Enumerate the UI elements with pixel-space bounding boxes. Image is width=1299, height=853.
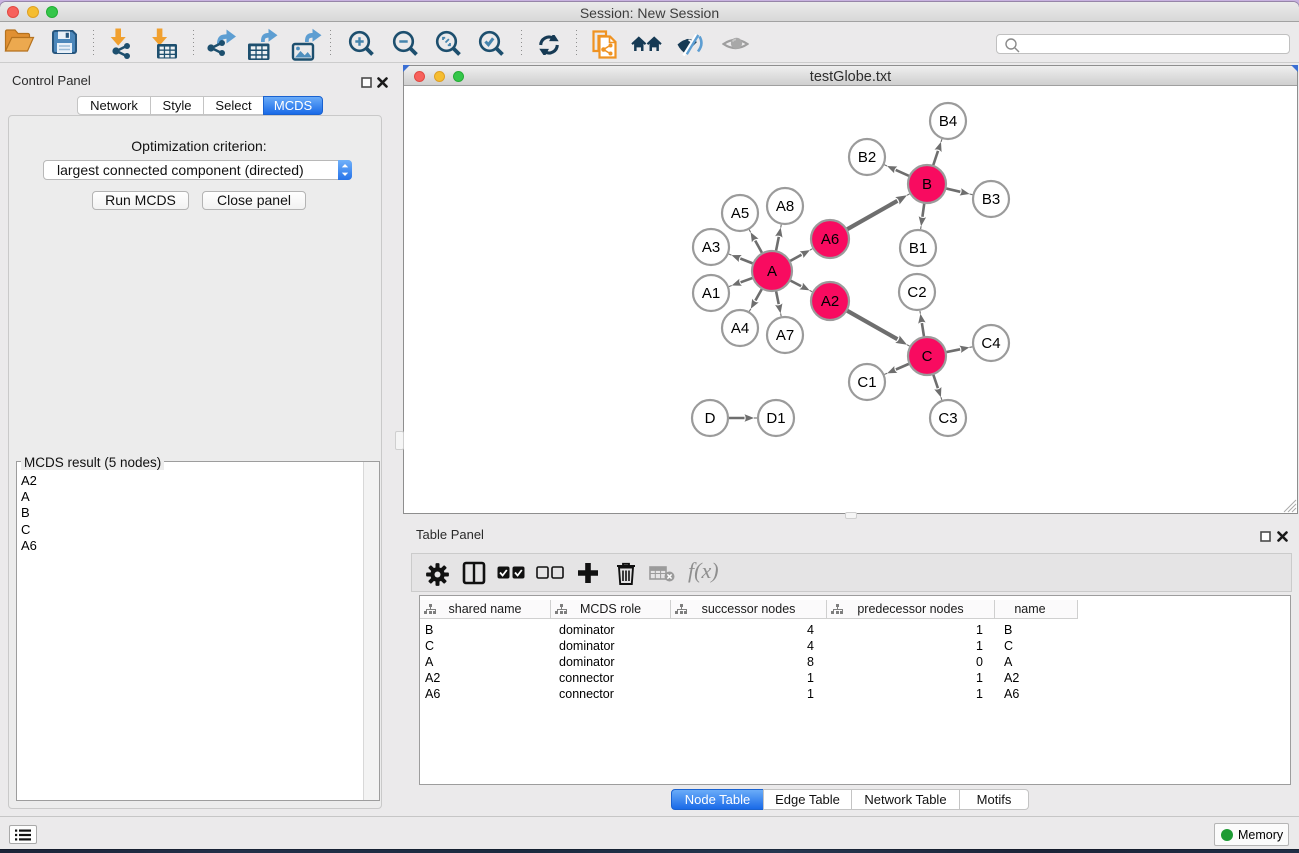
- svg-text:C4: C4: [981, 335, 1000, 352]
- svg-text:A5: A5: [731, 205, 749, 222]
- svg-text:B3: B3: [982, 191, 1000, 208]
- svg-text:A3: A3: [702, 239, 720, 256]
- svg-text:A7: A7: [776, 327, 794, 344]
- svg-text:A8: A8: [776, 198, 794, 215]
- svg-text:C3: C3: [938, 410, 957, 427]
- svg-text:A1: A1: [702, 285, 720, 302]
- svg-text:A2: A2: [821, 293, 839, 310]
- svg-text:A: A: [767, 263, 777, 280]
- svg-text:C1: C1: [857, 374, 876, 391]
- svg-text:D1: D1: [766, 410, 785, 427]
- svg-text:B2: B2: [858, 149, 876, 166]
- svg-text:B4: B4: [939, 113, 957, 130]
- svg-text:B: B: [922, 176, 932, 193]
- svg-text:A6: A6: [821, 231, 839, 248]
- svg-text:C: C: [922, 348, 933, 365]
- svg-text:C2: C2: [907, 284, 926, 301]
- svg-text:B1: B1: [909, 240, 927, 257]
- svg-text:D: D: [705, 410, 716, 427]
- svg-text:A4: A4: [731, 320, 749, 337]
